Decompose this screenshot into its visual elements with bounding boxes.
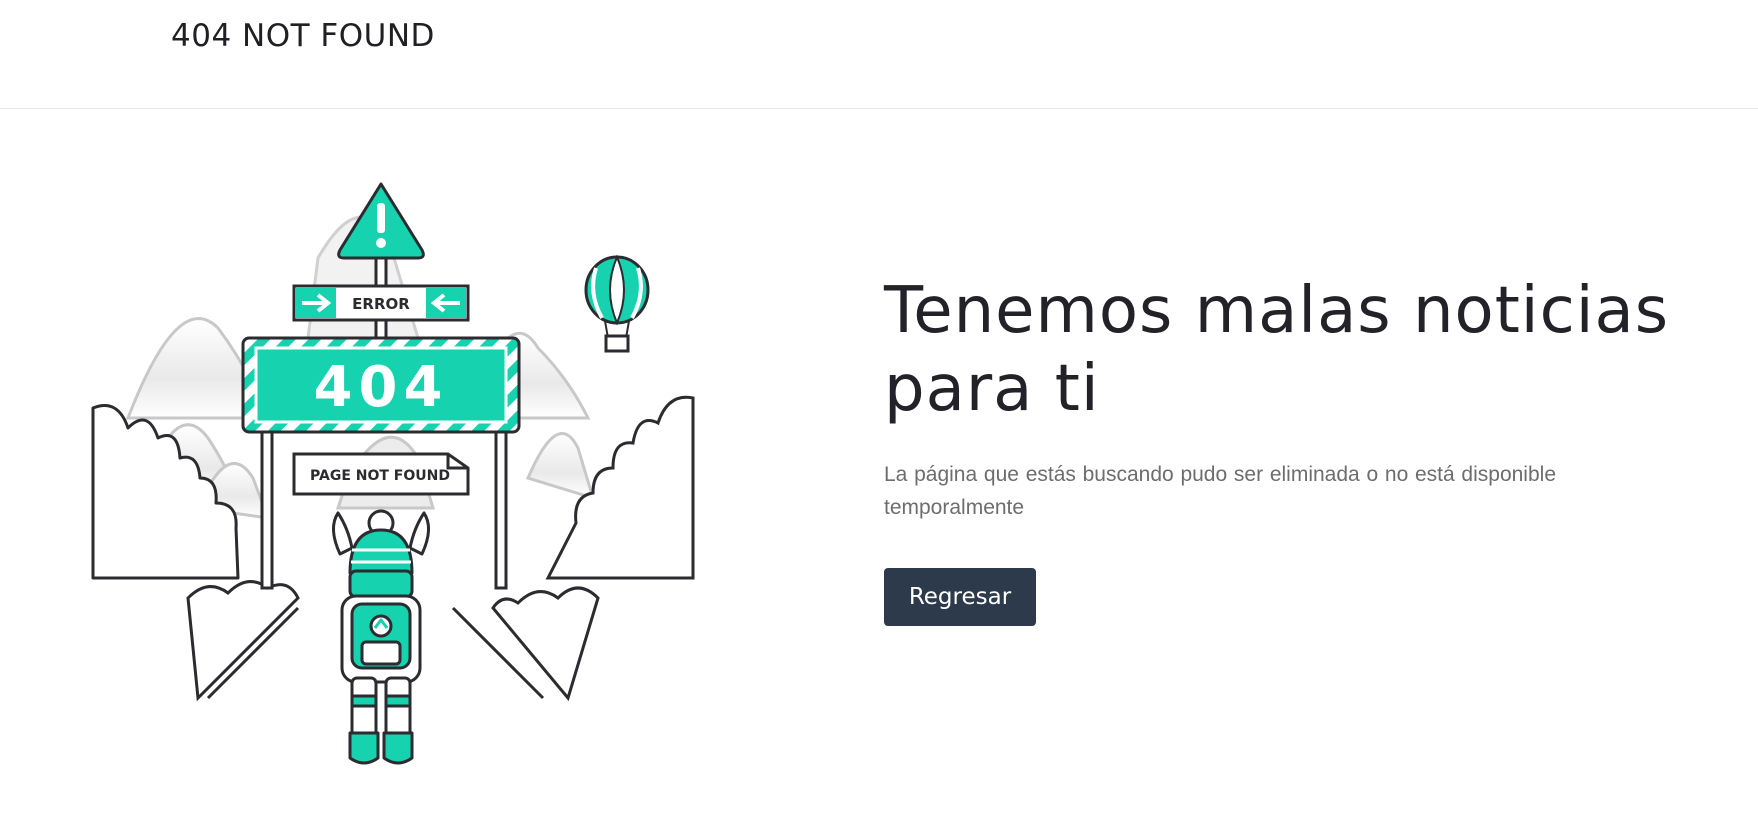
hiker-character	[332, 509, 430, 765]
code-404-sign: 404	[241, 336, 521, 434]
page-not-found-sign: PAGE NOT FOUND	[292, 452, 470, 496]
headline-line-1: Tenemos malas noticias	[884, 274, 1670, 348]
error-sign: ERROR	[292, 284, 470, 322]
svg-text:ERROR: ERROR	[352, 295, 410, 313]
svg-text:404: 404	[314, 355, 449, 420]
error-headline: Tenemos malas noticias para ti	[884, 272, 1684, 428]
hot-air-balloon-icon	[584, 254, 650, 353]
page-title: 404 NOT FOUND	[171, 18, 435, 54]
error-404-illustration: ERROR 404 PAGE NOT FOUND	[88, 178, 698, 778]
back-button[interactable]: Regresar	[884, 568, 1036, 626]
error-content: Tenemos malas noticias para ti La página…	[884, 272, 1684, 626]
top-navbar: 404 NOT FOUND	[0, 0, 1758, 109]
headline-line-2: para ti	[884, 352, 1100, 426]
clouds-right	[491, 395, 695, 702]
error-message: La página que estás buscando pudo ser el…	[884, 463, 1556, 519]
svg-text:PAGE NOT FOUND: PAGE NOT FOUND	[310, 468, 450, 484]
